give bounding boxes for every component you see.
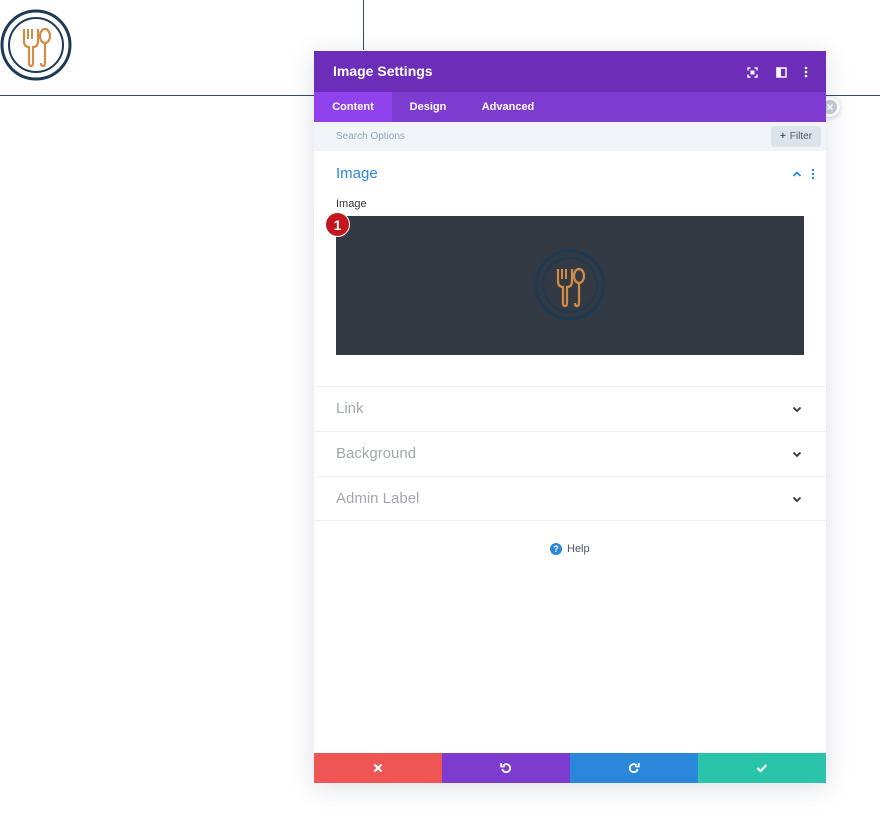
filter-label: Filter (789, 131, 813, 142)
close-icon (373, 763, 383, 773)
tab-design[interactable]: Design (396, 92, 460, 122)
search-input[interactable]: Search Options (336, 131, 405, 142)
toggle-divider (314, 520, 826, 521)
redo-icon (628, 763, 640, 774)
chevron-down-icon[interactable] (791, 403, 803, 415)
undo-button[interactable] (442, 753, 570, 783)
chevron-down-icon[interactable] (791, 493, 803, 505)
save-button[interactable] (698, 753, 826, 783)
restaurant-logo-preview-icon (534, 249, 606, 321)
toggle-background-label: Background (336, 445, 417, 462)
toggle-admin-label[interactable]: Admin Label (314, 476, 826, 521)
split-view-icon[interactable] (773, 64, 789, 80)
help-link[interactable]: ? Help (550, 543, 590, 555)
image-settings-modal: Image Settings Content Design Advanced S… (314, 51, 826, 783)
restaurant-logo-icon[interactable] (0, 9, 72, 81)
toggle-link[interactable]: Link (314, 386, 826, 431)
layout-divider-vertical (363, 0, 364, 50)
question-circle-icon: ? (550, 543, 562, 555)
image-field-label: Image (336, 198, 367, 210)
chevron-down-icon[interactable] (791, 448, 803, 460)
more-vertical-icon[interactable] (798, 64, 814, 80)
modal-footer (314, 753, 826, 783)
toggle-link-label: Link (336, 400, 364, 417)
image-upload-preview[interactable] (336, 216, 804, 355)
tab-content[interactable]: Content (314, 92, 392, 122)
chevron-up-icon[interactable] (791, 168, 803, 180)
tab-advanced[interactable]: Advanced (468, 92, 548, 122)
search-options-bar[interactable]: Search Options + Filter (314, 122, 826, 151)
toggle-admin-label-label: Admin Label (336, 490, 420, 507)
redo-button[interactable] (570, 753, 698, 783)
section-menu-icon[interactable] (809, 168, 817, 180)
help-label: Help (567, 543, 590, 555)
settings-tabs: Content Design Advanced (314, 92, 826, 122)
plus-icon: + (779, 131, 786, 142)
step-number-badge: 1 (325, 212, 350, 237)
modal-title: Image Settings (333, 63, 433, 79)
image-section-title[interactable]: Image (336, 165, 378, 182)
discard-button[interactable] (314, 753, 442, 783)
filter-button[interactable]: + Filter (771, 126, 821, 147)
toggle-background[interactable]: Background (314, 431, 826, 476)
modal-header[interactable]: Image Settings (314, 51, 826, 92)
undo-icon (500, 763, 512, 774)
focus-icon[interactable] (744, 64, 760, 80)
check-icon (756, 764, 768, 773)
